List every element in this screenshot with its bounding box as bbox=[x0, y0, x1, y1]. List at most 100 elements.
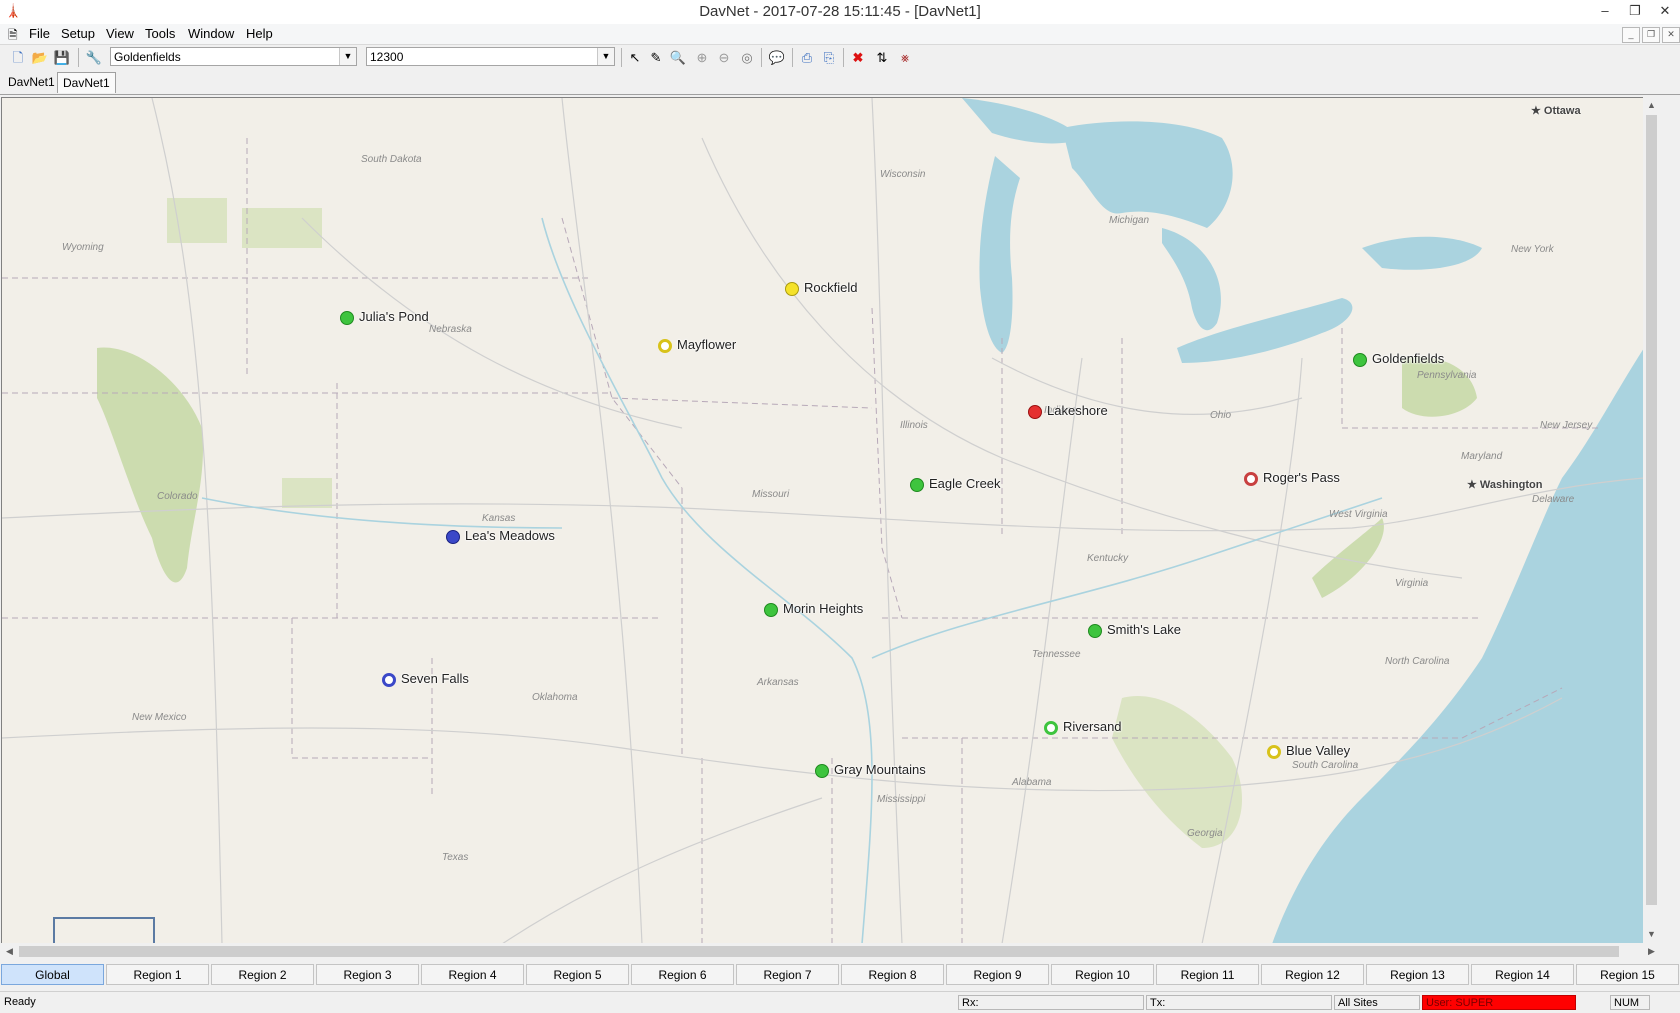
tab-region-12[interactable]: Region 12 bbox=[1261, 964, 1364, 985]
pencil-icon[interactable]: ✎ bbox=[646, 48, 666, 67]
tab-region-5[interactable]: Region 5 bbox=[526, 964, 629, 985]
title-bar: 🗼 DavNet - 2017-07-28 15:11:45 - [DavNet… bbox=[0, 0, 1680, 24]
menu-setup[interactable]: Setup bbox=[61, 26, 95, 41]
tab-region-15[interactable]: Region 15 bbox=[1576, 964, 1679, 985]
site-label: Gray Mountains bbox=[834, 762, 926, 777]
tab-region-11[interactable]: Region 11 bbox=[1156, 964, 1259, 985]
zoom-in-icon[interactable]: ⊕ bbox=[692, 48, 712, 67]
print-preview-icon[interactable]: ⎘ bbox=[819, 48, 839, 67]
tab-region-6[interactable]: Region 6 bbox=[631, 964, 734, 985]
tab-region-1[interactable]: Region 1 bbox=[106, 964, 209, 985]
tab-davnet1[interactable]: DavNet1 bbox=[3, 72, 60, 92]
print-icon[interactable]: ⎙ bbox=[797, 48, 817, 67]
state-label: Kansas bbox=[482, 513, 516, 524]
base-map bbox=[2, 98, 1644, 944]
horizontal-scrollbar[interactable]: ◀ ▶ bbox=[1, 943, 1660, 960]
disconnect-icon[interactable]: ⨳ bbox=[895, 48, 915, 67]
toolbar-separator bbox=[843, 48, 844, 67]
status-ring-green bbox=[1044, 721, 1058, 735]
filter-panel: All Sites bbox=[1334, 995, 1420, 1010]
site-label: Mayflower bbox=[677, 337, 737, 352]
tab-region-14[interactable]: Region 14 bbox=[1471, 964, 1574, 985]
site-label: Julia's Pond bbox=[359, 309, 429, 324]
state-label: New Jersey bbox=[1540, 420, 1593, 431]
tab-region-3[interactable]: Region 3 bbox=[316, 964, 419, 985]
site-label: Seven Falls bbox=[401, 671, 469, 686]
site-select[interactable]: Goldenfields ▼ bbox=[110, 47, 357, 66]
new-file-icon[interactable]: 🗋 bbox=[8, 48, 28, 67]
zoom-out-icon[interactable]: ⊖ bbox=[714, 48, 734, 67]
vertical-scroll-thumb[interactable] bbox=[1646, 115, 1657, 905]
site-label: Roger's Pass bbox=[1263, 470, 1340, 485]
chat-icon[interactable]: 💬 bbox=[767, 48, 787, 67]
tab-region-8[interactable]: Region 8 bbox=[841, 964, 944, 985]
num-lock-panel: NUM bbox=[1610, 995, 1650, 1010]
state-label: Oklahoma bbox=[532, 692, 578, 703]
tab-region-9[interactable]: Region 9 bbox=[946, 964, 1049, 985]
tx-panel: Tx: bbox=[1146, 995, 1332, 1010]
horizontal-scroll-thumb[interactable] bbox=[19, 946, 1619, 957]
tab-region-10[interactable]: Region 10 bbox=[1051, 964, 1154, 985]
state-label: Nebraska bbox=[429, 324, 472, 335]
state-label: West Virginia bbox=[1329, 509, 1388, 520]
pointer-icon[interactable]: ↖ bbox=[625, 48, 645, 67]
state-label: Alabama bbox=[1012, 777, 1052, 788]
mdi-minimize-button[interactable]: _ bbox=[1622, 27, 1640, 43]
region-tabs: Global Region 1 Region 2 Region 3 Region… bbox=[0, 962, 1680, 986]
menu-file[interactable]: File bbox=[29, 26, 50, 41]
wrench-icon[interactable]: 🔧 bbox=[84, 48, 104, 67]
tab-davnet1-active[interactable]: DavNet1 bbox=[57, 72, 116, 93]
site-label: Eagle Creek bbox=[929, 476, 1001, 491]
restore-button[interactable]: ❐ bbox=[1620, 0, 1650, 22]
state-label: Pennsylvania bbox=[1417, 370, 1477, 381]
save-icon[interactable]: 💾 bbox=[52, 48, 72, 67]
tab-region-4[interactable]: Region 4 bbox=[421, 964, 524, 985]
map-view[interactable]: South Dakota Wyoming Nebraska Colorado K… bbox=[1, 97, 1644, 944]
menu-bar: 🗎 File Setup View Tools Window Help _ ❐ … bbox=[0, 24, 1680, 44]
scroll-right-icon[interactable]: ▶ bbox=[1643, 943, 1660, 960]
menu-window[interactable]: Window bbox=[188, 26, 234, 41]
state-label: Arkansas bbox=[757, 677, 799, 688]
toolbar-separator bbox=[761, 48, 762, 67]
swap-icon[interactable]: ⇅ bbox=[872, 48, 892, 67]
scroll-up-icon[interactable]: ▲ bbox=[1643, 97, 1660, 114]
site-label: Lea's Meadows bbox=[465, 528, 555, 543]
menu-help[interactable]: Help bbox=[246, 26, 273, 41]
open-folder-icon[interactable]: 📂 bbox=[30, 48, 50, 67]
state-label: Georgia bbox=[1187, 828, 1223, 839]
binoculars-icon[interactable]: 🔍 bbox=[668, 48, 688, 67]
state-label: New Mexico bbox=[132, 712, 187, 723]
tab-region-7[interactable]: Region 7 bbox=[736, 964, 839, 985]
tab-region-2[interactable]: Region 2 bbox=[211, 964, 314, 985]
tab-region-13[interactable]: Region 13 bbox=[1366, 964, 1469, 985]
mdi-close-button[interactable]: ✕ bbox=[1662, 27, 1680, 43]
status-dot-green bbox=[1088, 624, 1102, 638]
scroll-left-icon[interactable]: ◀ bbox=[1, 943, 18, 960]
chevron-down-icon[interactable]: ▼ bbox=[597, 48, 614, 65]
state-label: Delaware bbox=[1532, 494, 1575, 505]
globe-icon[interactable]: ◎ bbox=[737, 48, 757, 67]
menu-view[interactable]: View bbox=[106, 26, 134, 41]
mdi-restore-button[interactable]: ❐ bbox=[1642, 27, 1660, 43]
id-select[interactable]: 12300 ▼ bbox=[366, 47, 615, 66]
user-panel: User: SUPER bbox=[1422, 995, 1576, 1010]
window-title: DavNet - 2017-07-28 15:11:45 - [DavNet1] bbox=[699, 3, 981, 20]
chevron-down-icon[interactable]: ▼ bbox=[339, 48, 356, 65]
minimize-button[interactable]: – bbox=[1590, 0, 1620, 22]
status-text: Ready bbox=[4, 996, 36, 1008]
scroll-down-icon[interactable]: ▼ bbox=[1643, 926, 1660, 943]
state-label: New York bbox=[1511, 244, 1554, 255]
status-dot-green bbox=[910, 478, 924, 492]
state-label: Michigan bbox=[1109, 215, 1150, 226]
tab-global[interactable]: Global bbox=[1, 964, 104, 985]
state-label: Wyoming bbox=[62, 242, 104, 253]
close-button[interactable]: ✕ bbox=[1650, 0, 1680, 22]
status-dot-green bbox=[1353, 353, 1367, 367]
menu-tools[interactable]: Tools bbox=[145, 26, 175, 41]
toolbar-separator bbox=[792, 48, 793, 67]
state-label: Ohio bbox=[1210, 410, 1232, 421]
vertical-scrollbar[interactable]: ▲ ▼ bbox=[1643, 97, 1660, 943]
site-label: Smith's Lake bbox=[1107, 622, 1182, 637]
state-label: Mississippi bbox=[877, 794, 926, 805]
delete-icon[interactable]: ✖ bbox=[848, 48, 868, 67]
